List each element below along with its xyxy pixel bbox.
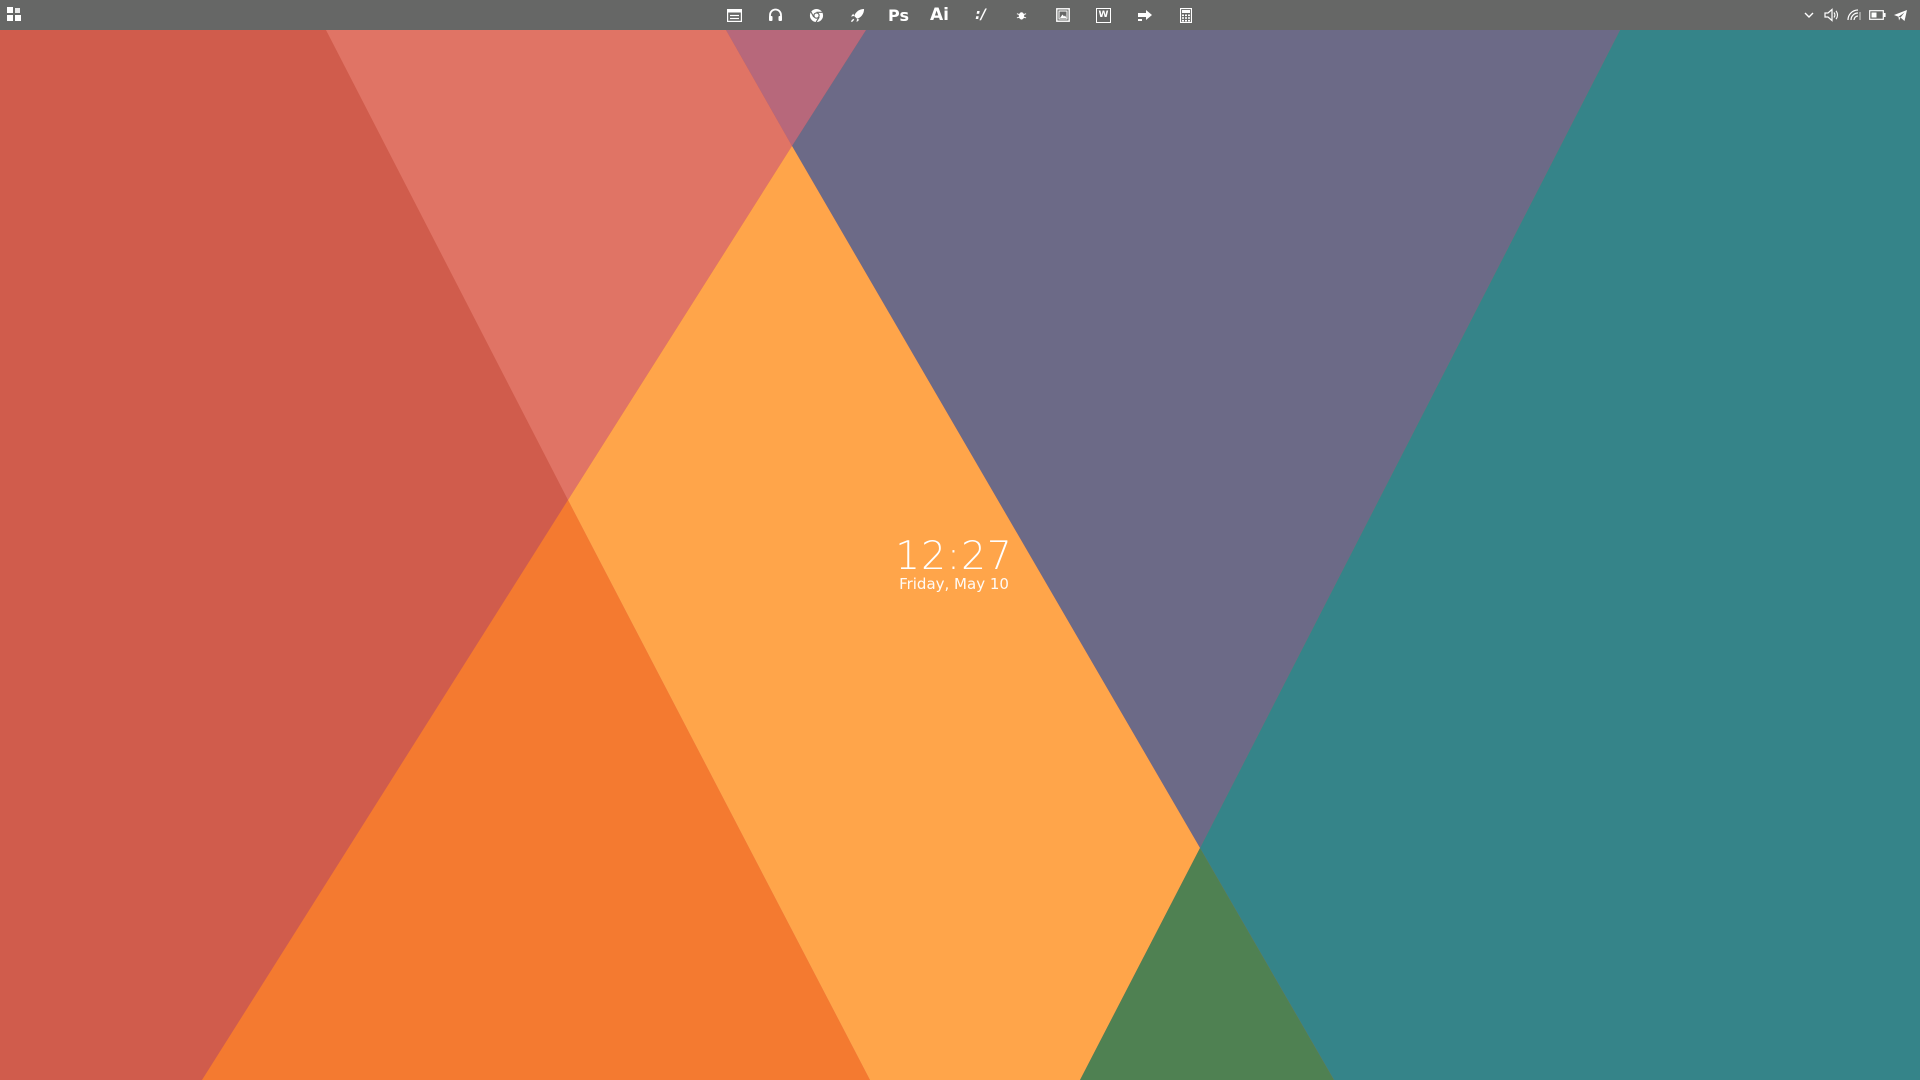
tray-telegram[interactable] [1889, 0, 1912, 30]
system-tray [1797, 0, 1912, 30]
clock-time: 12:27 [895, 534, 1013, 579]
start-menu-icon [7, 7, 21, 21]
calculator-icon [1179, 7, 1192, 23]
file-manager-icon [727, 8, 742, 22]
volume-icon [1823, 8, 1838, 22]
photoshop-icon: Ps [888, 5, 909, 25]
remote-icon [1137, 10, 1152, 21]
app-launcher[interactable] [837, 0, 878, 30]
bug-icon [1016, 11, 1027, 20]
app-image-viewer[interactable] [1042, 0, 1083, 30]
chrome-icon [809, 8, 824, 22]
app-music[interactable] [755, 0, 796, 30]
app-remote[interactable] [1124, 0, 1165, 30]
wifi-icon [1847, 9, 1861, 21]
app-chrome[interactable] [796, 0, 837, 30]
tray-battery[interactable] [1866, 0, 1889, 30]
terminal-icon: :/ [975, 7, 986, 23]
tray-volume[interactable] [1820, 0, 1843, 30]
word-icon: W [1096, 7, 1111, 23]
app-photoshop[interactable]: Ps [878, 0, 919, 30]
clock-date: Friday, May 10 [899, 575, 1009, 593]
tray-network[interactable] [1843, 0, 1866, 30]
image-icon [1055, 8, 1070, 22]
headphones-icon [769, 8, 782, 21]
app-illustrator[interactable]: Ai [919, 0, 960, 30]
taskbar-apps: Ps Ai :/ W [714, 0, 1206, 30]
app-terminal[interactable]: :/ [960, 0, 1001, 30]
app-word[interactable]: W [1083, 0, 1124, 30]
taskbar: Ps Ai :/ W [0, 0, 1920, 30]
desktop-clock: 12:27 Friday, May 10 [880, 534, 1028, 592]
illustrator-icon: Ai [930, 5, 949, 25]
app-file-manager[interactable] [714, 0, 755, 30]
app-calculator[interactable] [1165, 0, 1206, 30]
rocket-icon [850, 8, 865, 22]
desktop[interactable]: Ps Ai :/ W 12:27 Friday, May 10 [0, 0, 1920, 1080]
tray-overflow[interactable] [1797, 0, 1820, 30]
app-bug-tool[interactable] [1001, 0, 1042, 30]
telegram-icon [1894, 9, 1907, 21]
chevron-down-icon [1804, 12, 1813, 18]
start-button[interactable] [6, 6, 24, 24]
battery-icon [1869, 10, 1886, 20]
